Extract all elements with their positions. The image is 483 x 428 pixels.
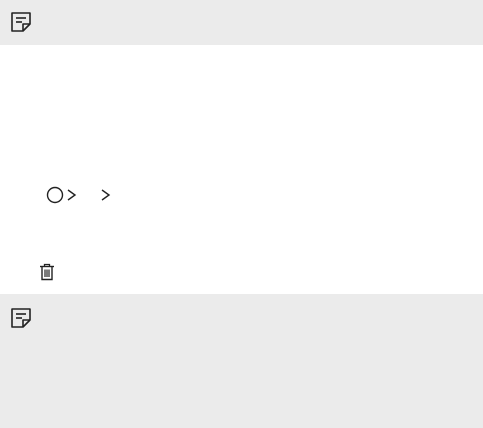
chevron-right-icon [100, 187, 112, 203]
note-box-top [0, 0, 483, 45]
note-icon [10, 11, 32, 33]
trash-icon [39, 263, 55, 281]
circle-home-icon [46, 186, 64, 204]
note-box-bottom [0, 294, 483, 428]
chevron-right-icon [66, 187, 78, 203]
note-icon [10, 307, 32, 329]
